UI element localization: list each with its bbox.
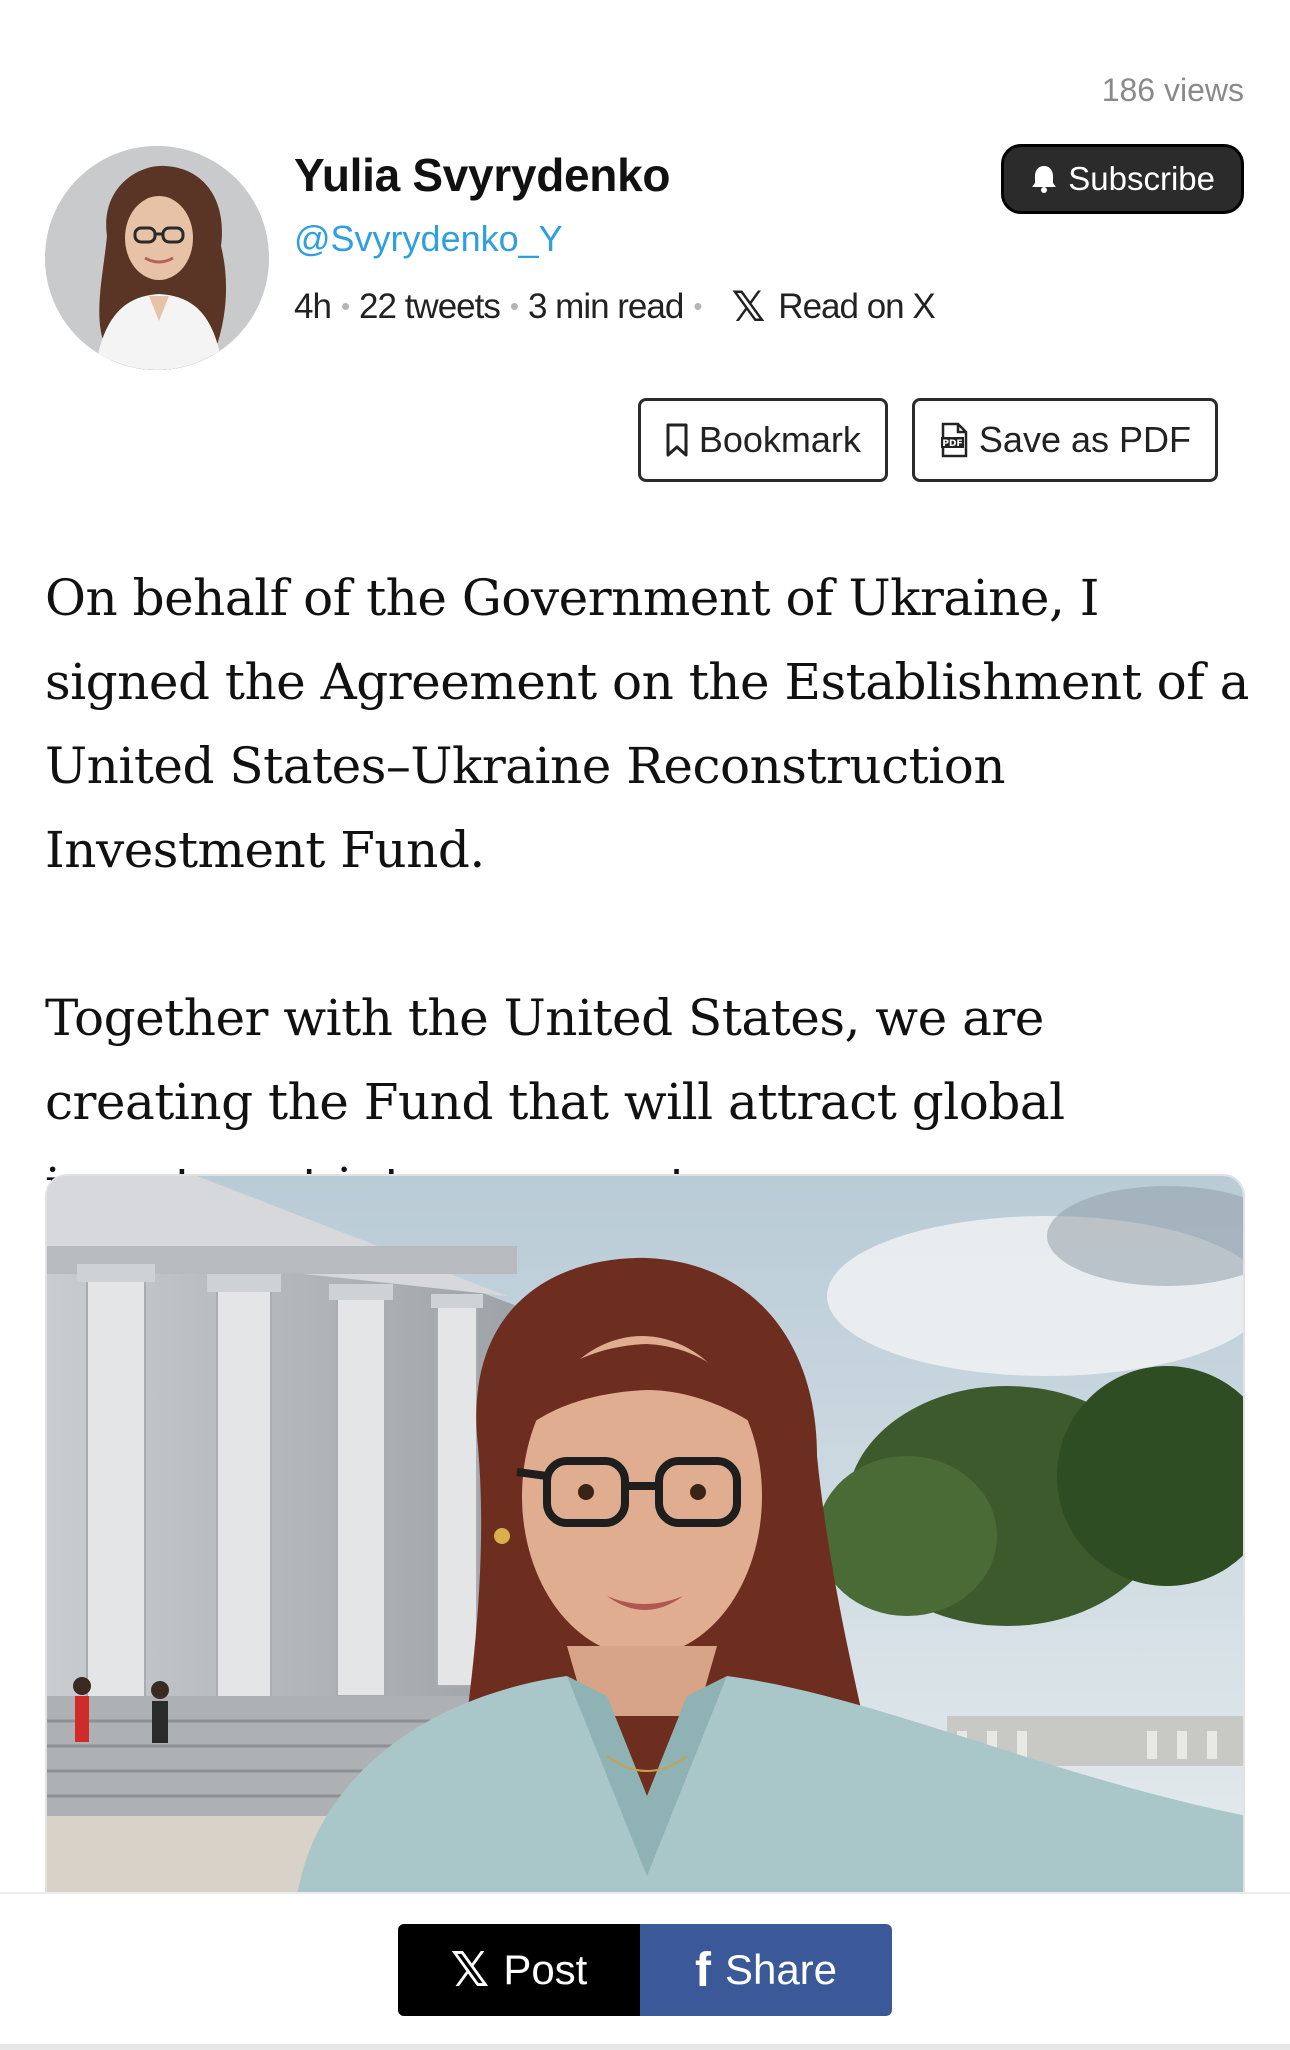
bookmark-button[interactable]: Bookmark [637,398,888,482]
thread-text: On behalf of the Government of Ukraine, … [45,556,1255,1228]
subscribe-button[interactable]: Subscribe [1001,144,1244,214]
attached-photo[interactable] [45,1174,1245,1894]
read-on-x-link[interactable]: Read on X [778,287,935,327]
author-block: Yulia Svyrydenko @Svyrydenko_Y 4h • 22 t… [294,148,936,331]
separator-dot: • [509,291,519,321]
selfie-image [47,1176,1243,1894]
subscribe-label: Subscribe [1068,160,1215,197]
thread-actions: Bookmark PDF Save as PDF [637,398,1218,482]
share-buttons: 𝕏 Post f Share [398,1924,892,2016]
share-label: Share [724,1946,838,1993]
separator-dot: • [693,291,702,321]
read-time: 3 min read [527,286,684,326]
svg-text:PDF: PDF [942,439,962,449]
article-paragraph: On behalf of the Government of Ukraine, … [45,569,1249,879]
pdf-file-icon: PDF [940,422,968,458]
save-pdf-label: Save as PDF [978,419,1191,460]
bookmark-icon [666,423,688,457]
share-facebook-button[interactable]: f Share [640,1924,892,2016]
bottom-divider [0,2044,1290,2050]
author-handle[interactable]: @Svyrydenko_Y [294,218,935,260]
view-count: 186 views [1101,72,1244,108]
separator-dot: • [340,291,350,321]
avatar[interactable] [45,146,269,370]
thread-meta: 4h • 22 tweets • 3 min read • 𝕏 Read on … [294,282,936,331]
tweet-count: 22 tweets [359,286,501,326]
save-pdf-button[interactable]: PDF Save as PDF [911,398,1218,482]
x-logo-icon: 𝕏 [450,1944,490,1997]
x-logo-icon: 𝕏 [731,283,765,330]
thread-page: 186 views Yulia Svyrydenko @Svyrydenko_Y… [0,0,1290,2050]
post-to-x-button[interactable]: 𝕏 Post [398,1924,640,2016]
share-bar: 𝕏 Post f Share [0,1892,1290,2050]
bell-icon [1032,166,1057,193]
post-label: Post [503,1946,588,1993]
post-time: 4h [294,286,332,326]
facebook-icon: f [694,1943,711,1997]
avatar-photo [45,146,269,370]
author-name[interactable]: Yulia Svyrydenko [294,148,935,202]
bookmark-label: Bookmark [698,419,861,460]
